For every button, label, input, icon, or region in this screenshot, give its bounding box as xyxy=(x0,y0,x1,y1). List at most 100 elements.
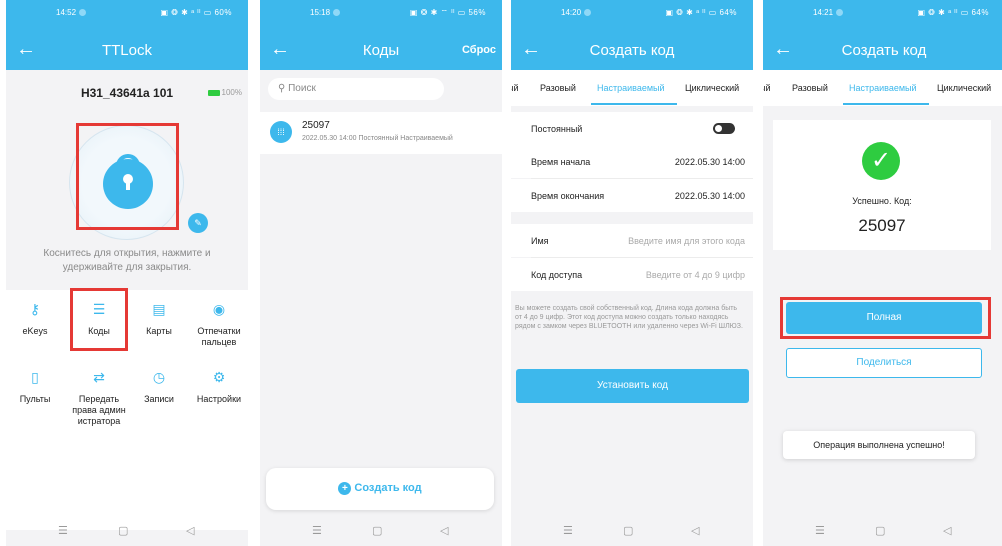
end-time-value: 2022.05.30 14:00 xyxy=(674,191,745,201)
set-code-button[interactable]: Установить код xyxy=(516,369,749,403)
home-icon[interactable]: ▢ xyxy=(875,524,885,537)
battery-level: 100% xyxy=(221,88,242,97)
tab-cyclic[interactable]: Циклический xyxy=(685,83,739,93)
top-bar: 14:21 ▣ ❂ ✱ ᵃ ᴵᴵ ▭ 64% ← Создать код xyxy=(763,0,1002,70)
fingerprint-icon: ◉ xyxy=(212,301,226,317)
code-meta: 2022.05.30 14:00 Постоянный Настраиваемы… xyxy=(302,135,453,142)
passcode-info-note: Вы можете создать свой собственный код. … xyxy=(515,305,743,330)
transfer-icon: ⇄ xyxy=(93,369,105,385)
end-time-label: Время окончания xyxy=(531,191,605,201)
permanent-toggle[interactable] xyxy=(713,123,735,134)
key-icon: ⚷ xyxy=(29,301,41,317)
status-icons: ▣ ❂ ✱ ⌔ ᴵᴵ ▭ 56% xyxy=(409,8,486,17)
tab-cyclic[interactable]: Циклический xyxy=(937,83,991,93)
screen-lock-main: 14:52 ▣ ❂ ✱ ᵃ ᴵᴵ ▭ 60% ← TTLock H31_4364… xyxy=(6,0,248,546)
menu-icon[interactable]: ☰ xyxy=(58,524,68,537)
page-title: Создать код xyxy=(589,42,675,59)
tab-custom[interactable]: Настраиваемый xyxy=(597,83,665,93)
battery-indicator: 100% xyxy=(207,88,242,97)
tab-one-time[interactable]: Разовый xyxy=(540,83,576,93)
home-icon[interactable]: ▢ xyxy=(623,524,633,537)
menu-icon[interactable]: ☰ xyxy=(815,524,825,537)
create-code-label: Создать код xyxy=(354,482,422,494)
notification-dot xyxy=(79,9,86,16)
tab-partial[interactable]: ый xyxy=(763,83,771,93)
grid-item-records[interactable]: ◷ Записи xyxy=(130,370,188,405)
grid-item-fingerprints[interactable]: ◉ Отпечатки пальцев xyxy=(190,301,248,348)
top-bar: 14:52 ▣ ❂ ✱ ᵃ ᴵᴵ ▭ 60% ← TTLock xyxy=(6,0,248,70)
status-time: 14:21 xyxy=(813,8,834,17)
grid-label: Пульты xyxy=(19,394,51,404)
top-bar: 15:18 ▣ ❂ ✱ ⌔ ᴵᴵ ▭ 56% ← Коды Сброс xyxy=(260,0,502,70)
nav-bar: ← Создать код xyxy=(763,36,1002,66)
grid-item-ekeys[interactable]: ⚷ eKeys xyxy=(6,301,64,337)
grid-label: Передать права админ истратора xyxy=(72,394,126,426)
start-time-value: 2022.05.30 14:00 xyxy=(674,157,745,167)
page-title: Создать код xyxy=(841,42,927,59)
back-icon[interactable]: ◁ xyxy=(943,524,951,537)
active-tab-indicator xyxy=(843,103,929,105)
search-input[interactable]: ⚲ Поиск xyxy=(268,78,444,100)
generated-code: 25097 xyxy=(858,216,906,235)
success-message: Успешно. Код: xyxy=(852,196,912,206)
back-icon[interactable]: ◁ xyxy=(186,524,194,537)
home-icon[interactable]: ▢ xyxy=(118,524,128,537)
menu-icon[interactable]: ☰ xyxy=(312,524,322,537)
back-icon[interactable]: ◁ xyxy=(440,524,448,537)
toggle-knob xyxy=(715,125,722,132)
unlock-hint: Коснитесь для открытия, нажмите и удержи… xyxy=(43,248,211,273)
status-time: 15:18 xyxy=(310,8,331,17)
plus-icon: + xyxy=(338,482,352,495)
tab-partial[interactable]: ый xyxy=(511,83,519,93)
battery-icon xyxy=(207,89,220,96)
code-list-item[interactable]: ⁞⁞⁞ 25097 2022.05.30 14:00 Постоянный На… xyxy=(260,112,502,154)
status-bar: 14:20 ▣ ❂ ✱ ᵃ ᴵᴵ ▭ 64% xyxy=(511,6,753,20)
name-field[interactable]: Введите имя для этого кода xyxy=(628,236,745,246)
remote-unlock-icon[interactable]: ✎ xyxy=(188,213,208,233)
grid-label: Карты xyxy=(146,326,172,336)
status-time: 14:52 xyxy=(56,8,77,17)
status-time: 14:20 xyxy=(561,8,582,17)
passcode-row[interactable]: Код доступа Введите от 4 до 9 цифр xyxy=(511,258,753,291)
code-type-tabs: ый Разовый Настраиваемый Циклический xyxy=(511,70,753,106)
nav-bar: ← TTLock xyxy=(6,36,248,66)
keypad-icon: ⁞⁞⁞ xyxy=(270,121,292,143)
notification-dot xyxy=(584,9,591,16)
back-icon[interactable]: ◁ xyxy=(691,524,699,537)
home-icon[interactable]: ▢ xyxy=(372,524,382,537)
nav-bar: ← Создать код xyxy=(511,36,753,66)
highlight-box-full xyxy=(780,297,991,339)
grid-item-transfer-admin[interactable]: ⇄ Передать права админ истратора xyxy=(70,369,128,427)
status-bar: 14:52 ▣ ❂ ✱ ᵃ ᴵᴵ ▭ 60% xyxy=(6,6,248,20)
page-title: TTLock xyxy=(101,42,152,59)
permanent-row: Постоянный xyxy=(511,112,753,145)
start-time-row[interactable]: Время начала 2022.05.30 14:00 xyxy=(511,145,753,178)
grid-item-settings[interactable]: ⚙ Настройки xyxy=(190,370,248,405)
search-icon: ⚲ xyxy=(278,83,289,94)
end-time-row[interactable]: Время окончания 2022.05.30 14:00 xyxy=(511,179,753,212)
screen-create-code-form: 14:20 ▣ ❂ ✱ ᵃ ᴵᴵ ▭ 64% ← Создать код ый … xyxy=(511,0,753,546)
status-bar: 15:18 ▣ ❂ ✱ ⌔ ᴵᴵ ▭ 56% xyxy=(260,6,502,20)
reset-button[interactable]: Сброс xyxy=(462,44,496,56)
top-bar: 14:20 ▣ ❂ ✱ ᵃ ᴵᴵ ▭ 64% ← Создать код xyxy=(511,0,753,70)
grid-label: Отпечатки пальцев xyxy=(197,326,241,347)
highlight-box-lock xyxy=(76,123,179,230)
search-placeholder: Поиск xyxy=(288,83,316,94)
grid-item-cards[interactable]: ▤ Карты xyxy=(130,302,188,337)
screen-codes-list: 15:18 ▣ ❂ ✱ ⌔ ᴵᴵ ▭ 56% ← Коды Сброс ⚲ По… xyxy=(260,0,502,546)
form-content: Постоянный Время начала 2022.05.30 14:00… xyxy=(511,106,753,546)
code-number: 25097 xyxy=(302,120,330,131)
passcode-label: Код доступа xyxy=(531,270,583,280)
create-code-button[interactable]: + Создать код xyxy=(266,468,494,510)
status-bar: 14:21 ▣ ❂ ✱ ᵃ ᴵᴵ ▭ 64% xyxy=(763,6,1002,20)
tab-one-time[interactable]: Разовый xyxy=(792,83,828,93)
remote-icon: ▯ xyxy=(31,369,39,385)
tab-custom[interactable]: Настраиваемый xyxy=(849,83,917,93)
name-row[interactable]: Имя Введите имя для этого кода xyxy=(511,224,753,257)
menu-icon[interactable]: ☰ xyxy=(563,524,573,537)
share-button[interactable]: Поделиться xyxy=(786,348,982,378)
status-icons: ▣ ❂ ✱ ᵃ ᴵᴵ ▭ 60% xyxy=(160,8,232,17)
grid-item-remotes[interactable]: ▯ Пульты xyxy=(6,369,64,405)
passcode-field[interactable]: Введите от 4 до 9 цифр xyxy=(646,270,745,280)
success-toast: Операция выполнена успешно! xyxy=(783,431,975,459)
